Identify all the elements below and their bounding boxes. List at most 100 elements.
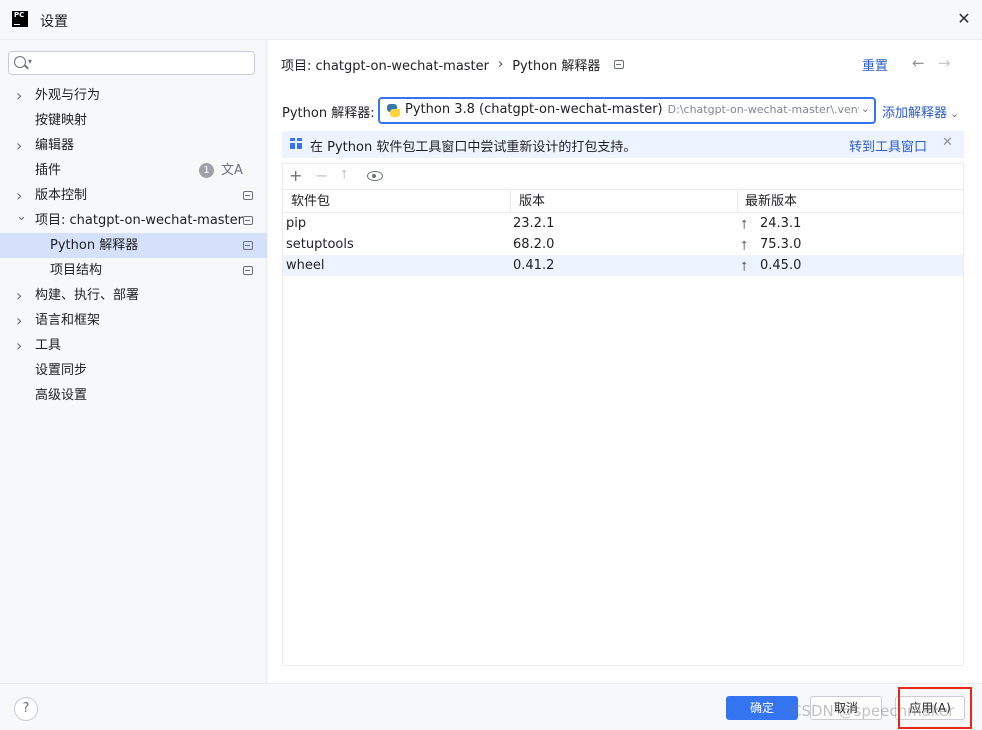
add-package-icon[interactable]: + <box>289 165 302 187</box>
sidebar-item-label: 按键映射 <box>35 113 88 128</box>
column-header-package[interactable]: 软件包 <box>291 190 330 213</box>
project-scope-icon <box>243 216 253 225</box>
notice-banner: 在 Python 软件包工具窗口中尝试重新设计的打包支持。 转到工具窗口 ✕ <box>282 131 964 158</box>
package-name-cell: pip <box>286 216 307 231</box>
upgrade-arrow-icon: ⭡ <box>741 239 748 254</box>
package-latest-version-cell: 75.3.0 <box>760 237 802 252</box>
sidebar-item[interactable]: Python 解释器 <box>0 233 267 258</box>
title-bar: PC 设置 ✕ <box>0 0 982 40</box>
table-row[interactable]: setuptools 68.2.0 ⭡ 75.3.0 <box>283 234 963 255</box>
sidebar-item[interactable]: 高级设置 <box>0 383 267 408</box>
interpreter-path: D:\chatgpt-on-wechat-master\.venv\ <box>667 103 868 116</box>
project-scope-icon <box>243 241 253 250</box>
package-version-cell: 68.2.0 <box>513 237 555 252</box>
annotation-highlight-box <box>898 687 972 729</box>
sidebar-item[interactable]: 按键映射 <box>0 108 267 133</box>
package-latest-version-cell: 0.45.0 <box>760 258 802 273</box>
gift-icon <box>290 138 302 149</box>
window-title: 设置 <box>40 14 68 30</box>
project-scope-icon <box>243 266 253 275</box>
packages-table-header: 软件包 版本 最新版本 <box>283 189 963 213</box>
search-options-caret-icon[interactable]: ▾ <box>28 57 32 66</box>
notice-text: 在 Python 软件包工具窗口中尝试重新设计的打包支持。 <box>310 140 637 155</box>
add-interpreter-label: 添加解释器 <box>882 106 948 121</box>
table-row[interactable]: pip 23.2.1 ⭡ 24.3.1 <box>283 213 963 234</box>
project-scope-icon <box>243 191 253 200</box>
go-to-tool-window-link[interactable]: 转到工具窗口 <box>849 136 927 155</box>
sidebar-item[interactable]: 项目: chatgpt-on-wechat-master <box>0 208 267 233</box>
chevron-down-icon[interactable] <box>16 208 27 233</box>
remove-package-icon[interactable]: − <box>315 165 328 187</box>
interpreter-name: Python 3.8 (chatgpt-on-wechat-master) <box>405 102 663 117</box>
cancel-button[interactable]: 取消 <box>810 696 882 720</box>
chevron-right-icon[interactable] <box>16 333 22 360</box>
settings-search-box[interactable]: ▾ <box>8 51 255 75</box>
package-version-cell: 23.2.1 <box>513 216 555 231</box>
sidebar-item-label: 项目结构 <box>50 263 103 278</box>
forward-arrow-icon[interactable]: → <box>938 54 951 72</box>
translate-icon: 文A <box>221 163 243 178</box>
sidebar-item[interactable]: 插件 1 文A <box>0 158 267 183</box>
add-interpreter-button[interactable]: 添加解释器 ⌄ <box>882 102 959 121</box>
dialog-footer: ? 确定 取消 应用(A) CSDN @speechmaker <box>0 683 982 730</box>
breadcrumb-project: 项目: chatgpt-on-wechat-master <box>281 59 489 74</box>
package-latest-version-cell: 24.3.1 <box>760 216 802 231</box>
upgrade-arrow-icon: ⭡ <box>741 218 748 233</box>
chevron-right-icon[interactable] <box>16 283 22 310</box>
column-divider <box>510 190 511 213</box>
sidebar-item[interactable]: 外观与行为 <box>0 83 267 108</box>
sidebar-item[interactable]: 构建、执行、部署 <box>0 283 267 308</box>
column-header-version[interactable]: 版本 <box>519 190 545 213</box>
update-count-badge: 1 <box>199 163 214 178</box>
sidebar-item-label: 插件 <box>35 163 62 178</box>
interpreter-label: Python 解释器: <box>282 106 375 121</box>
eye-icon[interactable] <box>367 171 383 181</box>
settings-sidebar: ▾ 外观与行为按键映射编辑器插件 1 文A 版本控制项目: chatgpt-on-we… <box>0 40 267 683</box>
settings-search-input[interactable] <box>39 54 249 72</box>
reset-link[interactable]: 重置 <box>862 55 888 74</box>
chevron-right-icon[interactable] <box>16 308 22 335</box>
sidebar-item-label: 高级设置 <box>35 388 88 403</box>
interpreter-select[interactable]: Python 3.8 (chatgpt-on-wechat-master) D:\… <box>378 97 876 124</box>
chevron-down-icon: ⌄ <box>950 107 960 120</box>
sidebar-item-label: 工具 <box>35 338 62 353</box>
help-button[interactable]: ? <box>14 697 38 721</box>
sidebar-item[interactable]: 设置同步 <box>0 358 267 383</box>
ok-button[interactable]: 确定 <box>726 696 798 720</box>
column-header-latest-version[interactable]: 最新版本 <box>745 190 797 213</box>
upgrade-arrow-icon: ⭡ <box>741 260 748 275</box>
packages-panel: + − ⭡ 软件包 版本 最新版本 pip 23.2.1 ⭡ 24.3.1 setupt… <box>282 163 964 666</box>
breadcrumb-separator: › <box>498 57 504 72</box>
sidebar-item-label: 编辑器 <box>35 138 75 153</box>
sidebar-item[interactable]: 版本控制 <box>0 183 267 208</box>
packages-table-body: pip 23.2.1 ⭡ 24.3.1 setuptools 68.2.0 ⭡ 75.3.0 w… <box>283 213 963 276</box>
project-scope-icon <box>614 60 625 69</box>
package-version-cell: 0.41.2 <box>513 258 555 273</box>
search-icon <box>14 56 26 68</box>
sidebar-item[interactable]: 项目结构 <box>0 258 267 283</box>
back-arrow-icon[interactable]: ← <box>912 54 925 72</box>
table-row[interactable]: wheel 0.41.2 ⭡ 0.45.0 <box>283 255 963 276</box>
sidebar-item-label: 语言和框架 <box>35 313 101 328</box>
close-icon[interactable]: ✕ <box>954 9 974 29</box>
sidebar-item-label: 构建、执行、部署 <box>35 288 140 303</box>
close-icon[interactable]: ✕ <box>942 135 953 150</box>
pycharm-logo-icon: PC <box>12 11 28 27</box>
sidebar-item-label: 项目: chatgpt-on-wechat-master <box>35 213 243 228</box>
chevron-down-icon[interactable]: ⌄ <box>858 102 870 115</box>
sidebar-item[interactable]: 语言和框架 <box>0 308 267 333</box>
column-divider <box>737 190 738 213</box>
chevron-right-icon[interactable] <box>16 83 22 110</box>
package-name-cell: setuptools <box>286 237 354 252</box>
main-panel: 项目: chatgpt-on-wechat-master › Python 解释… <box>268 40 982 683</box>
breadcrumb-current: Python 解释器 <box>512 59 601 74</box>
sidebar-item-label: Python 解释器 <box>50 238 139 253</box>
sidebar-item-label: 外观与行为 <box>35 88 101 103</box>
breadcrumb: 项目: chatgpt-on-wechat-master › Python 解释… <box>281 55 625 74</box>
chevron-right-icon[interactable] <box>16 183 22 210</box>
package-name-cell: wheel <box>286 258 325 273</box>
sidebar-item[interactable]: 编辑器 <box>0 133 267 158</box>
chevron-right-icon[interactable] <box>16 133 22 160</box>
upgrade-package-icon[interactable]: ⭡ <box>341 165 347 187</box>
sidebar-item[interactable]: 工具 <box>0 333 267 358</box>
